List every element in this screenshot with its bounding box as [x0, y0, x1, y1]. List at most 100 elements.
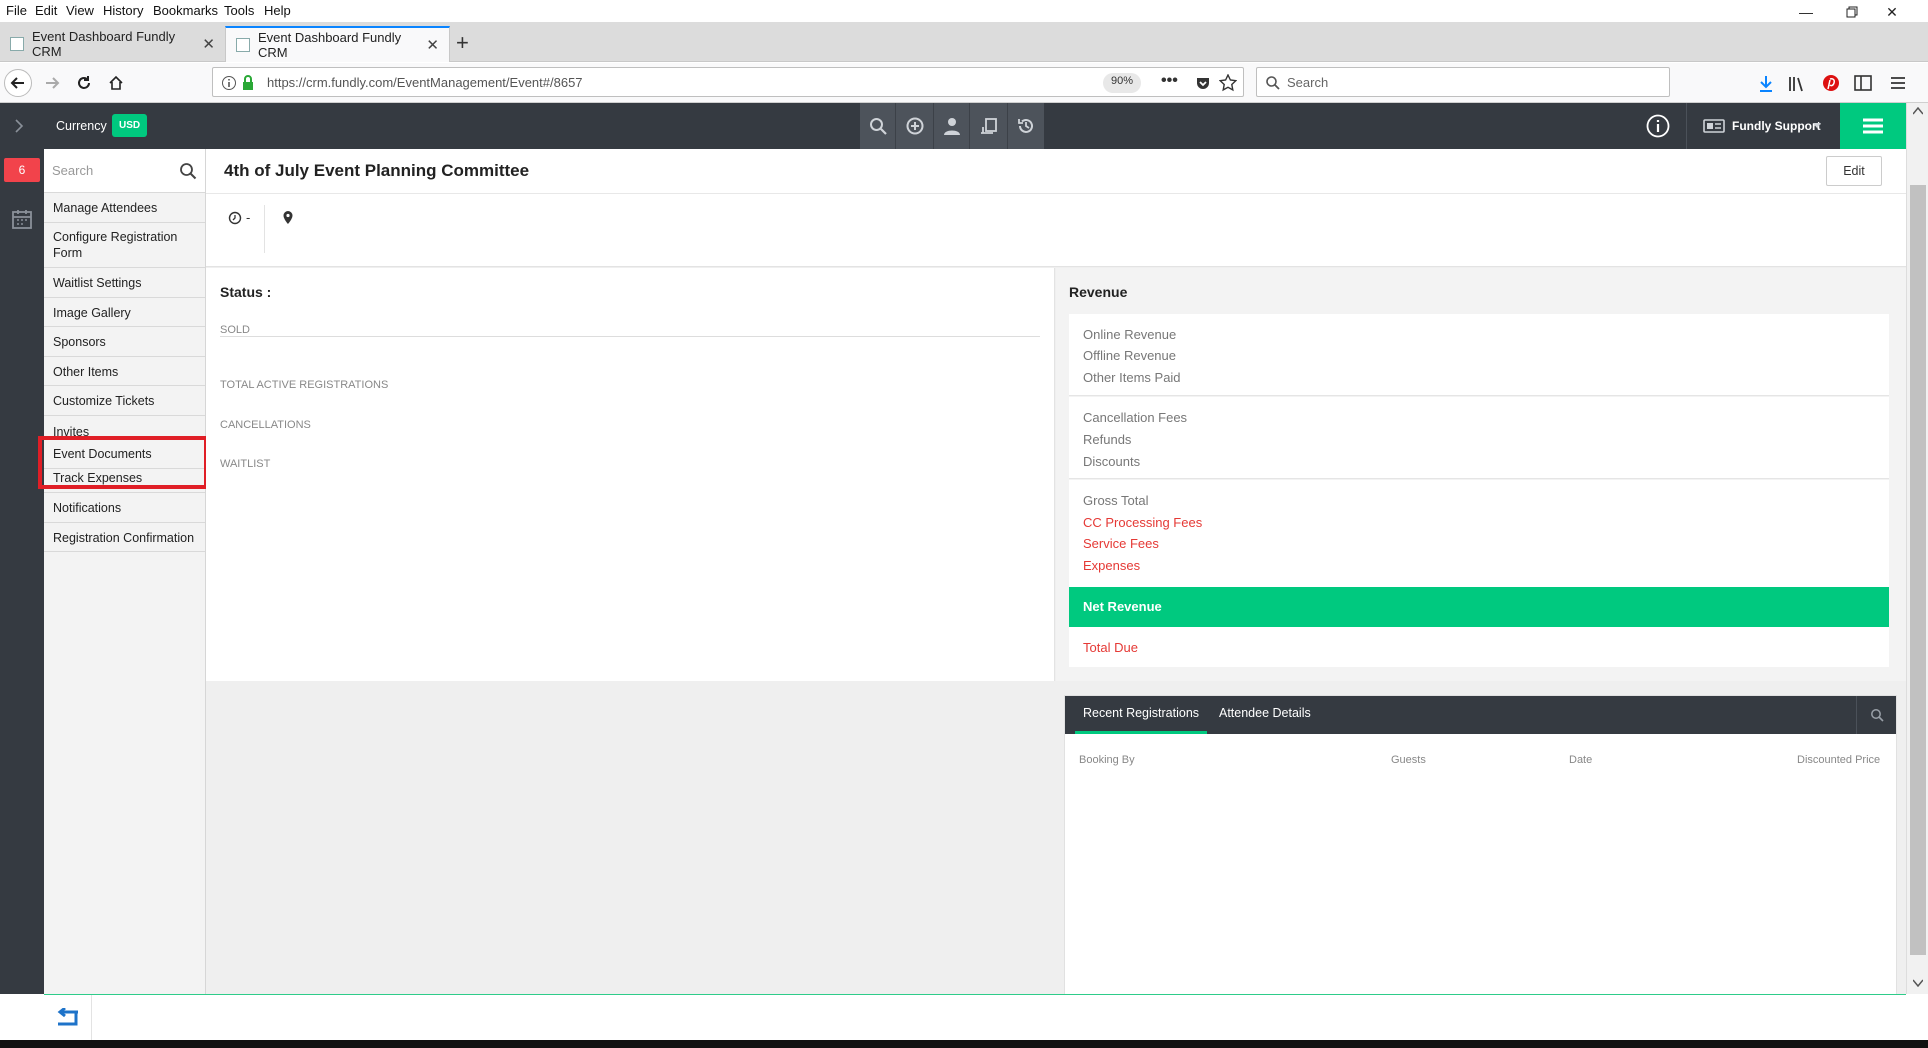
back-to-list-button[interactable] — [44, 995, 92, 1040]
donation-icon — [980, 118, 997, 134]
user-menu[interactable]: Fundly Support — [1732, 119, 1821, 133]
sidebar-item-registration-confirmation[interactable]: Registration Confirmation — [44, 523, 205, 552]
scroll-up-icon[interactable] — [1913, 107, 1923, 115]
calendar-icon[interactable] — [12, 209, 32, 229]
menu-tools[interactable]: Tools — [224, 3, 254, 18]
page-icon — [10, 37, 24, 51]
reload-button[interactable] — [70, 69, 98, 97]
sidebar-item-customize-tickets[interactable]: Customize Tickets — [44, 386, 205, 416]
sidebar-item-notifications[interactable]: Notifications — [44, 493, 205, 523]
browser-search-box[interactable]: Search — [1256, 67, 1670, 97]
menu-view[interactable]: View — [66, 3, 94, 18]
tab-attendee-details[interactable]: Attendee Details — [1211, 696, 1319, 734]
left-icon-strip: 6 — [0, 149, 44, 994]
minimize-button[interactable]: — — [1786, 2, 1826, 22]
page-icon — [236, 38, 250, 52]
highlight-box — [38, 436, 208, 489]
menu-file[interactable]: File — [6, 3, 27, 18]
discounts-label: Discounts — [1083, 454, 1141, 469]
main-content: 4th of July Event Planning Committee Edi… — [206, 149, 1906, 995]
event-header: 4th of July Event Planning Committee Edi… — [206, 149, 1906, 267]
quick-contact-button[interactable] — [934, 103, 970, 149]
caret-down-icon[interactable] — [1813, 123, 1821, 129]
sidebar-item-configure-registration-form[interactable]: Configure Registration Form — [44, 223, 205, 268]
home-button[interactable] — [102, 69, 130, 97]
page-scrollbar[interactable] — [1906, 103, 1928, 994]
search-icon — [1266, 76, 1280, 90]
url-text[interactable]: https://crm.fundly.com/EventManagement/E… — [267, 75, 583, 90]
url-bar[interactable]: https://crm.fundly.com/EventManagement/E… — [212, 67, 1244, 97]
plus-circle-icon — [906, 117, 923, 135]
event-title: 4th of July Event Planning Committee — [224, 161, 530, 180]
quick-donation-button[interactable] — [970, 103, 1008, 149]
pocket-icon[interactable] — [1195, 75, 1211, 91]
sidebar-toggle-icon[interactable] — [1854, 75, 1872, 91]
sidebar-search[interactable]: Search — [44, 149, 205, 193]
col-guests: Guests — [1391, 754, 1426, 766]
gross-total-label: Gross Total — [1083, 493, 1149, 508]
more-actions-icon[interactable]: ••• — [1161, 72, 1178, 90]
menu-bookmarks[interactable]: Bookmarks — [153, 3, 218, 18]
scroll-thumb[interactable] — [1910, 185, 1926, 955]
menu-edit[interactable]: Edit — [35, 3, 57, 18]
return-arrow-icon — [57, 1007, 78, 1025]
library-icon[interactable] — [1788, 75, 1806, 93]
star-icon[interactable] — [1219, 74, 1237, 92]
revenue-group-deductions: Cancellation Fees Refunds Discounts — [1069, 397, 1889, 479]
total-due-label: Total Due — [1083, 640, 1138, 655]
tab-recent-registrations[interactable]: Recent Registrations — [1075, 696, 1208, 734]
search-icon[interactable] — [179, 162, 197, 180]
sidebar-item-manage-attendees[interactable]: Manage Attendees — [44, 193, 205, 223]
app-header: Currency USD Fundly Support — [0, 103, 1906, 149]
help-info-icon[interactable] — [1646, 114, 1670, 138]
home-icon — [109, 75, 123, 90]
col-date: Date — [1569, 754, 1593, 766]
sidebar-item-image-gallery[interactable]: Image Gallery — [44, 298, 205, 327]
browser-tab-2[interactable]: Event Dashboard Fundly CRM ✕ — [225, 26, 450, 62]
map-pin-icon — [283, 211, 293, 224]
hamburger-menu-icon[interactable] — [1890, 76, 1906, 90]
total-due-row: Total Due — [1069, 627, 1889, 667]
zoom-indicator[interactable]: 90% — [1103, 73, 1142, 93]
scroll-down-icon[interactable] — [1913, 979, 1923, 987]
arrow-right-icon — [46, 77, 60, 89]
main-menu-button[interactable] — [1840, 103, 1906, 149]
window-close-button[interactable]: ✕ — [1872, 2, 1912, 22]
search-icon — [1870, 709, 1884, 722]
tab-title: Event Dashboard Fundly CRM — [32, 29, 176, 59]
clock-icon — [228, 211, 242, 225]
status-waitlist-label: WAITLIST — [220, 458, 271, 470]
registrations-search-button[interactable] — [1856, 696, 1896, 734]
browser-tab-1[interactable]: Event Dashboard Fundly CRM ✕ — [0, 26, 225, 62]
restore-button[interactable] — [1832, 2, 1872, 22]
menu-history[interactable]: History — [103, 3, 143, 18]
currency-badge[interactable]: USD — [112, 114, 148, 137]
expand-chevron-icon[interactable] — [13, 118, 25, 134]
quick-history-button[interactable] — [1008, 103, 1044, 149]
event-time: - — [246, 210, 251, 225]
net-revenue-bar: Net Revenue — [1069, 587, 1889, 627]
status-sold-label: SOLD — [220, 324, 250, 336]
quick-add-button[interactable] — [896, 103, 934, 149]
net-revenue-label: Net Revenue — [1083, 599, 1162, 614]
edit-button[interactable]: Edit — [1826, 156, 1882, 186]
pinterest-icon[interactable] — [1822, 74, 1840, 92]
browser-search-placeholder: Search — [1287, 75, 1329, 90]
status-total-active-label: TOTAL ACTIVE REGISTRATIONS — [220, 379, 389, 391]
forward-button[interactable] — [38, 69, 66, 97]
notification-badge[interactable]: 6 — [4, 158, 40, 182]
sidebar-item-other-items[interactable]: Other Items — [44, 357, 205, 386]
info-icon[interactable] — [221, 75, 237, 91]
quick-search-button[interactable] — [860, 103, 896, 149]
download-icon[interactable] — [1758, 75, 1774, 93]
close-tab-icon[interactable]: ✕ — [202, 35, 215, 53]
new-tab-icon[interactable]: + — [456, 30, 469, 56]
sidebar-item-sponsors[interactable]: Sponsors — [44, 327, 205, 357]
close-tab-icon[interactable]: ✕ — [426, 36, 439, 54]
status-cancellations-label: CANCELLATIONS — [220, 419, 311, 431]
menu-help[interactable]: Help — [264, 3, 291, 18]
menu-bar: File Edit View History Bookmarks Tools H… — [0, 0, 1928, 22]
sidebar-item-waitlist-settings[interactable]: Waitlist Settings — [44, 268, 205, 298]
col-discounted-price: Discounted Price — [1797, 754, 1881, 766]
back-button[interactable] — [4, 69, 32, 97]
